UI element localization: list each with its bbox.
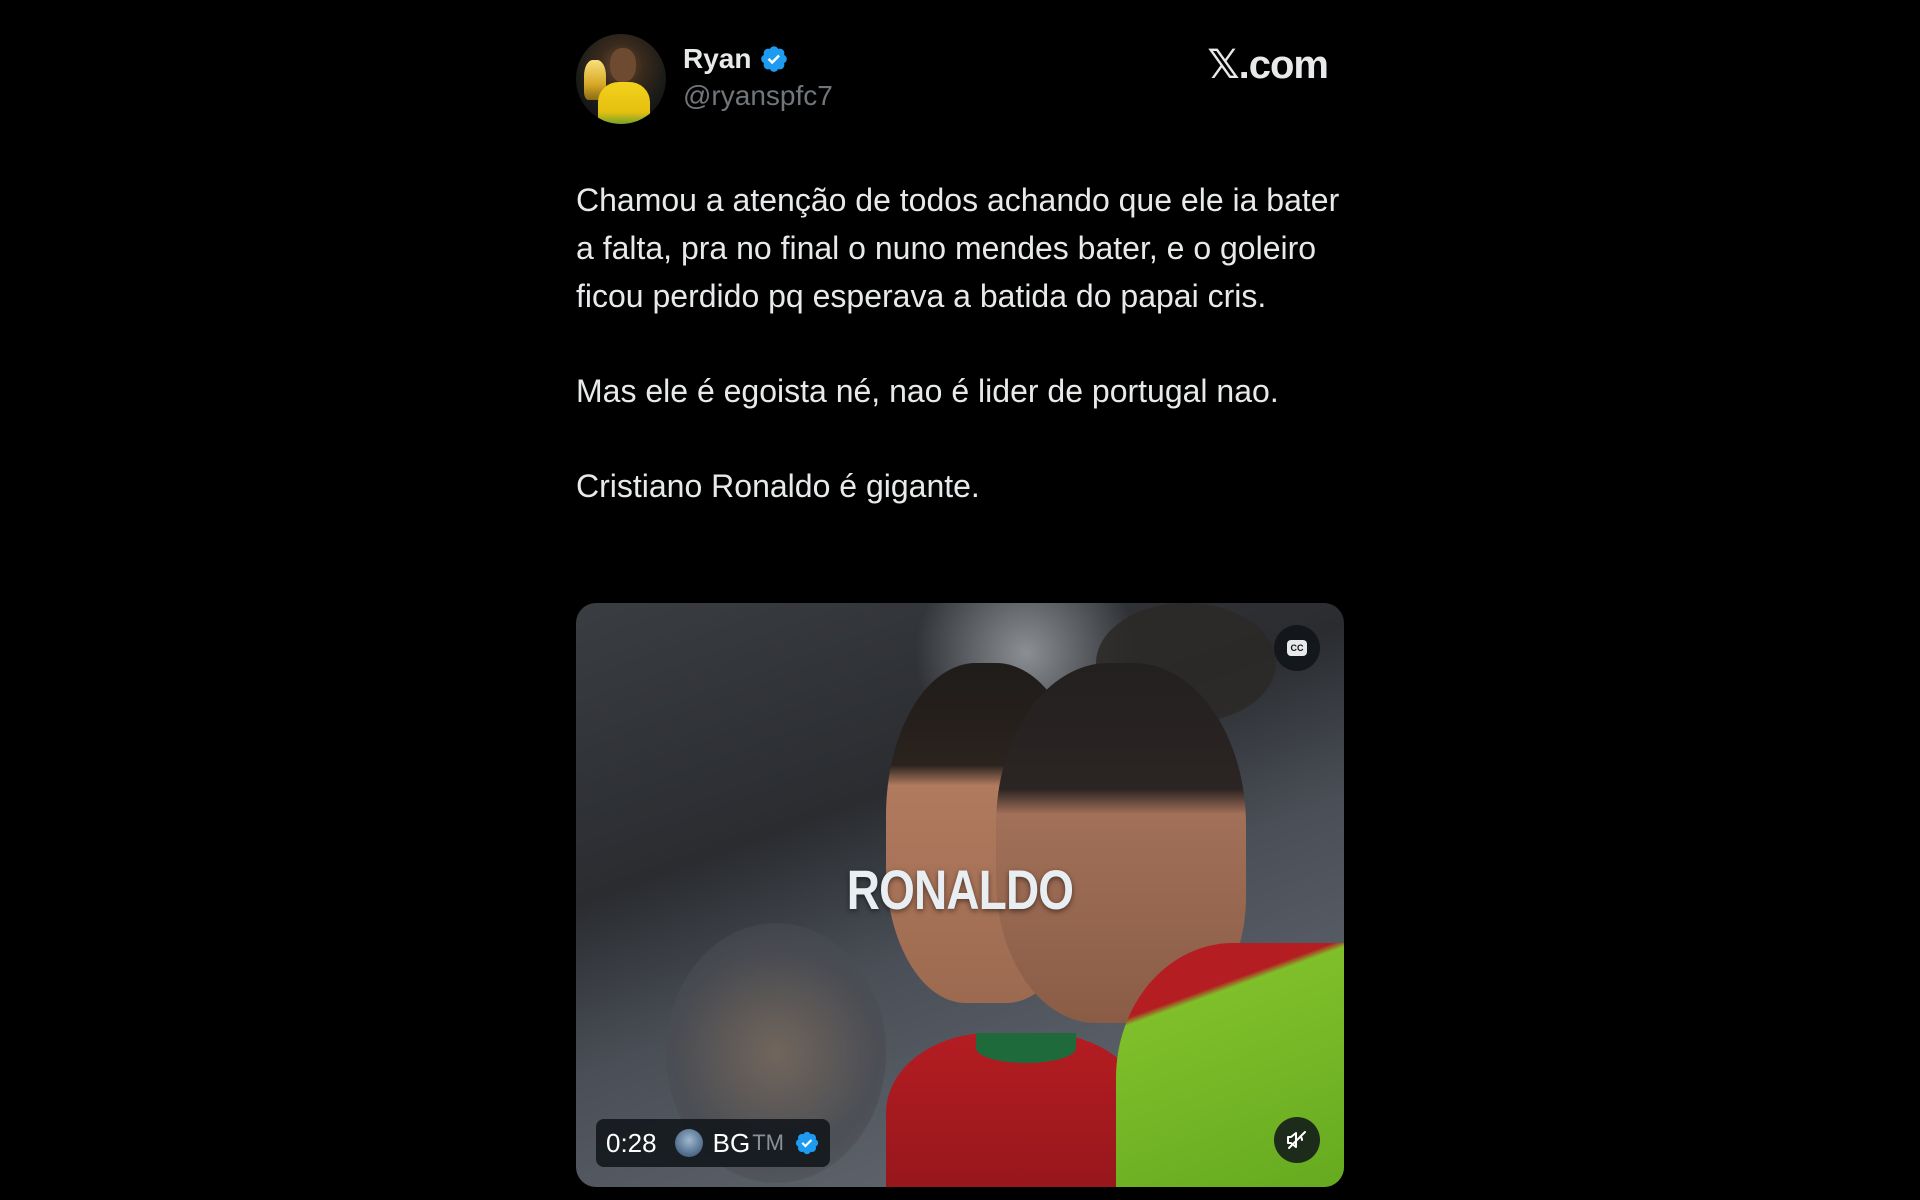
author-handle[interactable]: @ryanspfc7 bbox=[683, 80, 833, 112]
source-suffix: TM bbox=[752, 1130, 784, 1155]
mute-icon bbox=[1285, 1128, 1309, 1152]
avatar-head bbox=[610, 48, 636, 82]
video-overlay-text: RONALDO bbox=[846, 858, 1074, 921]
tweet-paragraph: Cristiano Ronaldo é gigante. bbox=[576, 468, 980, 504]
source-name[interactable]: BG bbox=[713, 1128, 751, 1159]
author-info: Ryan @ryanspfc7 bbox=[683, 42, 833, 112]
cc-icon: CC bbox=[1287, 640, 1307, 656]
video-duration: 0:28 bbox=[606, 1127, 657, 1158]
captions-button[interactable]: CC bbox=[1274, 625, 1320, 671]
verified-icon bbox=[794, 1130, 820, 1156]
video-figure bbox=[976, 1033, 1076, 1063]
video-info-pill: 0:28 BG TM bbox=[596, 1119, 830, 1167]
author-name-row: Ryan bbox=[683, 42, 833, 76]
avatar-shirt bbox=[598, 82, 650, 124]
verified-icon bbox=[759, 44, 789, 74]
video-player[interactable]: RONALDO CC 0:28 BG TM bbox=[576, 603, 1344, 1187]
tweet-card: Ryan @ryanspfc7 𝕏.com Chamou a atenção d… bbox=[576, 34, 1344, 1187]
mute-button[interactable] bbox=[1274, 1117, 1320, 1163]
tweet-header: Ryan @ryanspfc7 𝕏.com bbox=[576, 34, 1344, 130]
author-avatar[interactable] bbox=[576, 34, 666, 124]
tweet-paragraph: Mas ele é egoista né, nao é lider de por… bbox=[576, 373, 1279, 409]
tweet-paragraph: Chamou a atenção de todos achando que el… bbox=[576, 182, 1340, 314]
source-avatar-icon bbox=[674, 1129, 703, 1157]
brand-logo: 𝕏.com bbox=[1207, 43, 1329, 87]
tweet-text: Chamou a atenção de todos achando que el… bbox=[576, 176, 1344, 510]
author-display-name[interactable]: Ryan bbox=[683, 43, 751, 75]
